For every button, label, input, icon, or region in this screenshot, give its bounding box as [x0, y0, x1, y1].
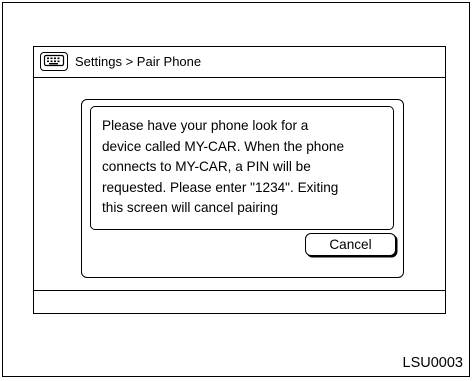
display-screen: Settings > Pair Phone Please have your p…: [33, 46, 446, 314]
cancel-button[interactable]: Cancel: [305, 233, 396, 256]
figure-frame: Settings > Pair Phone Please have your p…: [2, 2, 470, 377]
keypad-glyph: [43, 54, 65, 67]
pairing-dialog: Please have your phone look for a device…: [81, 99, 404, 278]
screen-header: Settings > Pair Phone: [34, 47, 445, 78]
phone-keypad-icon: [40, 52, 68, 71]
dialog-message: Please have your phone look for a device…: [102, 118, 345, 215]
dialog-message-box: Please have your phone look for a device…: [90, 106, 394, 230]
figure-code: LSU0003: [402, 355, 463, 371]
footer-divider: [34, 290, 445, 291]
breadcrumb: Settings > Pair Phone: [75, 54, 202, 69]
